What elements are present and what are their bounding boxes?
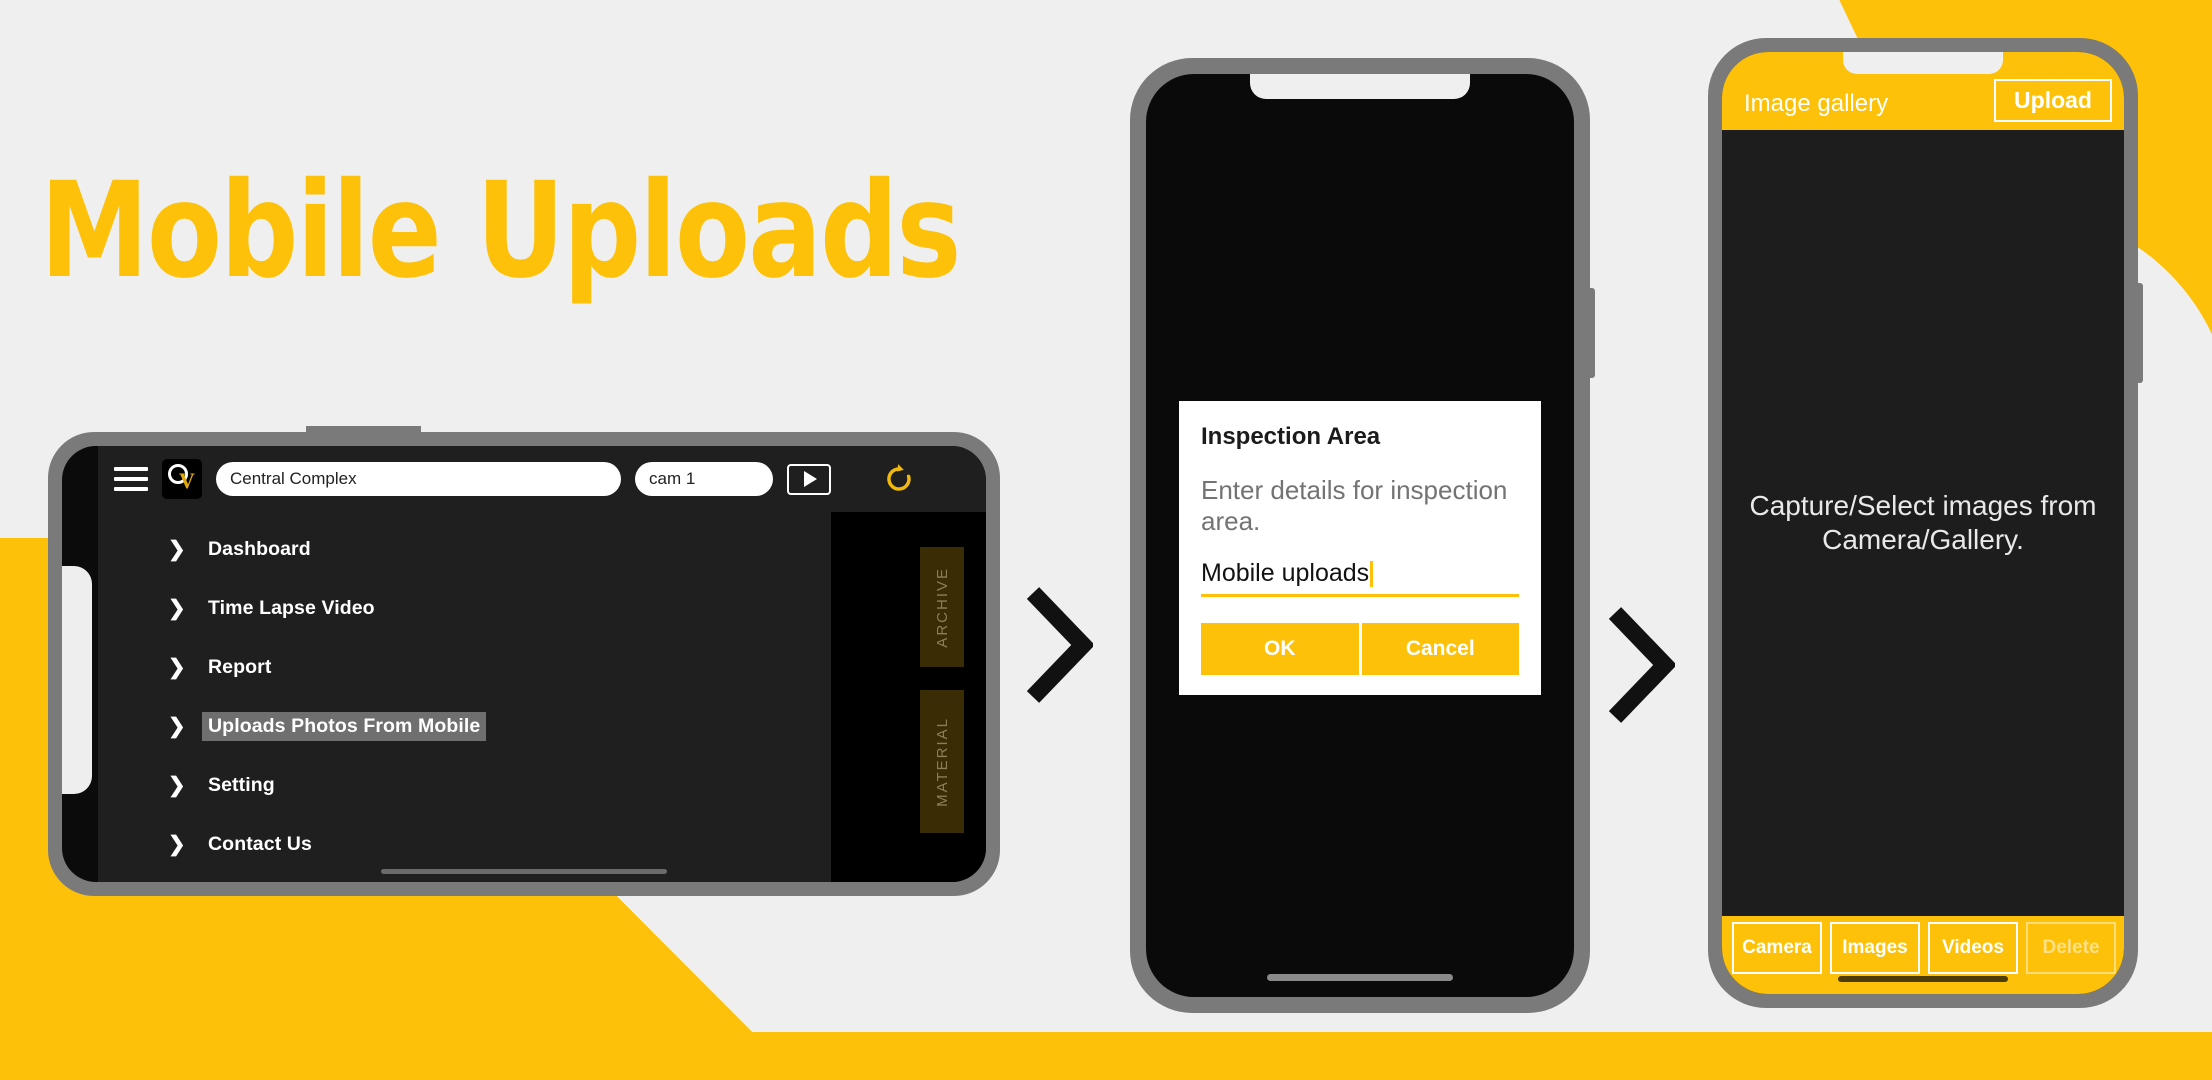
upload-button[interactable]: Upload (1994, 79, 2112, 122)
page-title-image-gallery: Image gallery (1744, 90, 1889, 117)
chevron-right-arrow-1 (1023, 585, 1093, 705)
screenshot-canvas: Mobile Uploads V Central Complex cam 1 ❯… (0, 0, 2212, 1080)
sidebar-item-label: Dashboard (208, 538, 311, 560)
sidebar-item-setting[interactable]: ❯ Setting (98, 756, 856, 815)
phone1-app-bar: V Central Complex cam 1 (98, 446, 986, 512)
inspection-area-input[interactable]: Mobile uploads (1201, 559, 1519, 598)
sidebar-item-label: Setting (208, 774, 275, 796)
refresh-icon[interactable] (883, 463, 915, 495)
vertical-tab-label: ARCHIVE (933, 566, 951, 648)
dialog-actions: OK Cancel (1201, 623, 1519, 676)
sidebar-item-contact-us[interactable]: ❯ Contact Us (98, 815, 856, 874)
images-button[interactable]: Images (1830, 922, 1920, 974)
text-caret (1370, 560, 1374, 587)
sidebar-item-label: Time Lapse Video (208, 597, 375, 619)
chevron-right-icon: ❯ (168, 597, 186, 620)
sidebar-item-report[interactable]: ❯ Report (98, 638, 856, 697)
chevron-right-icon: ❯ (168, 833, 186, 856)
gallery-empty-state: Capture/Select images from Camera/Galler… (1722, 130, 2124, 916)
phone1-video-pane: ARCHIVE MATERIAL (831, 512, 986, 882)
camera-button[interactable]: Camera (1732, 922, 1822, 974)
dialog-title: Inspection Area (1201, 423, 1381, 450)
phone3-screen: Image gallery Upload Capture/Select imag… (1722, 52, 2124, 994)
sidebar-item-label: Report (208, 656, 272, 678)
chevron-right-arrow-2 (1605, 605, 1675, 725)
camera-select-value: cam 1 (649, 469, 696, 488)
phone2-notch (1250, 74, 1470, 99)
phone-landscape-menu: V Central Complex cam 1 ❯ Dashboard ❯ Ti… (48, 426, 1000, 896)
sidebar-item-label: Contact Us (208, 833, 312, 855)
background-shape-bottom-bar (0, 1032, 2212, 1080)
gallery-bottom-bar: Camera Images Videos Delete (1722, 916, 2124, 994)
vertical-tab-material[interactable]: MATERIAL (920, 690, 964, 833)
phone1-top-nub (306, 426, 421, 440)
sidebar-item-time-lapse-video[interactable]: ❯ Time Lapse Video (98, 579, 856, 638)
app-logo: V (162, 459, 202, 499)
chevron-right-icon: ❯ (168, 538, 186, 561)
phone2-screen: Inspection Area Enter details for inspec… (1146, 74, 1574, 997)
inspection-area-dialog: Inspection Area Enter details for inspec… (1179, 401, 1541, 696)
inspection-area-input-value: Mobile uploads (1201, 559, 1370, 588)
vertical-tab-archive[interactable]: ARCHIVE (920, 547, 964, 667)
phone-portrait-gallery: Image gallery Upload Capture/Select imag… (1708, 38, 2143, 1008)
chevron-right-icon: ❯ (168, 656, 186, 679)
phone1-camera-notch (62, 566, 92, 794)
cancel-button[interactable]: Cancel (1361, 623, 1519, 676)
chevron-right-icon: ❯ (168, 774, 186, 797)
phone2-side-button[interactable] (1589, 288, 1595, 378)
delete-button[interactable]: Delete (2026, 922, 2116, 974)
logo-v-letter: V (179, 468, 195, 493)
hamburger-menu-icon[interactable] (114, 467, 148, 491)
play-button[interactable] (787, 463, 831, 495)
chevron-right-icon: ❯ (168, 715, 186, 738)
sidebar-item-uploads-photos-from-mobile[interactable]: ❯ Uploads Photos From Mobile (98, 697, 856, 756)
phone3-side-button[interactable] (2137, 283, 2143, 383)
dialog-message: Enter details for inspection area. (1201, 475, 1508, 537)
play-icon (804, 471, 817, 487)
vertical-tab-label: MATERIAL (933, 716, 951, 807)
gallery-hint-text: Capture/Select images from Camera/Galler… (1749, 489, 2097, 555)
site-select-input[interactable]: Central Complex (216, 462, 621, 496)
phone3-notch (1843, 52, 2003, 74)
phone1-nav-menu: ❯ Dashboard ❯ Time Lapse Video ❯ Report … (98, 512, 856, 882)
site-select-value: Central Complex (230, 469, 357, 488)
phone1-screen: V Central Complex cam 1 ❯ Dashboard ❯ Ti… (62, 446, 986, 882)
ok-button[interactable]: OK (1201, 623, 1359, 676)
camera-select-input[interactable]: cam 1 (635, 462, 773, 496)
phone1-home-indicator (381, 869, 667, 874)
videos-button[interactable]: Videos (1928, 922, 2018, 974)
phone2-home-indicator (1267, 974, 1453, 981)
page-title: Mobile Uploads (40, 154, 961, 308)
sidebar-item-label: Uploads Photos From Mobile (202, 712, 487, 741)
phone3-home-indicator (1838, 976, 2008, 982)
phone-portrait-dialog: Inspection Area Enter details for inspec… (1130, 58, 1595, 1013)
sidebar-item-dashboard[interactable]: ❯ Dashboard (98, 520, 856, 579)
